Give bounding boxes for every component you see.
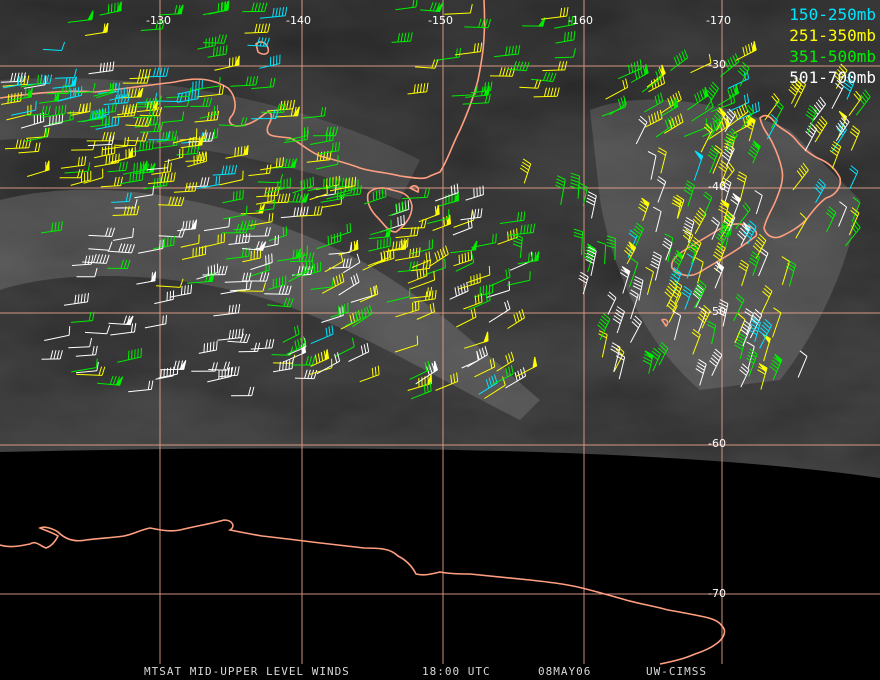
lat-label-70: -70 bbox=[708, 587, 726, 600]
legend-entry-150-250mb: 150-250mb bbox=[789, 5, 876, 24]
lon-label-140: -140 bbox=[286, 14, 311, 27]
lat-label-50: -50 bbox=[708, 305, 726, 318]
satellite-wind-map: -130 -140 -150 -160 -170 -30 -40 -50 -60… bbox=[0, 0, 880, 680]
footer-source: UW-CIMSS bbox=[646, 665, 707, 678]
lat-label-30: -30 bbox=[708, 58, 726, 71]
lon-label-160: -160 bbox=[568, 14, 593, 27]
lon-label-150: -150 bbox=[428, 14, 453, 27]
legend-entry-501-700mb: 501-700mb bbox=[789, 68, 876, 87]
footer-date: 08MAY06 bbox=[538, 665, 592, 678]
footer-caption: MTSAT MID-UPPER LEVEL WINDS 18:00 UTC 08… bbox=[0, 664, 880, 680]
footer-product: MTSAT MID-UPPER LEVEL WINDS bbox=[144, 665, 350, 678]
footer-time: 18:00 UTC bbox=[422, 665, 491, 678]
lat-label-40: -40 bbox=[708, 180, 726, 193]
satellite-imagery bbox=[0, 0, 880, 478]
pressure-level-legend: 150-250mb 251-350mb 351-500mb 501-700mb bbox=[789, 4, 876, 88]
coastline-antarctica bbox=[0, 519, 726, 665]
legend-entry-251-350mb: 251-350mb bbox=[789, 26, 876, 45]
legend-entry-351-500mb: 351-500mb bbox=[789, 47, 876, 66]
lat-label-60: -60 bbox=[708, 437, 726, 450]
map-canvas bbox=[0, 0, 880, 665]
lon-label-170: -170 bbox=[706, 14, 731, 27]
lon-label-130: -130 bbox=[146, 14, 171, 27]
